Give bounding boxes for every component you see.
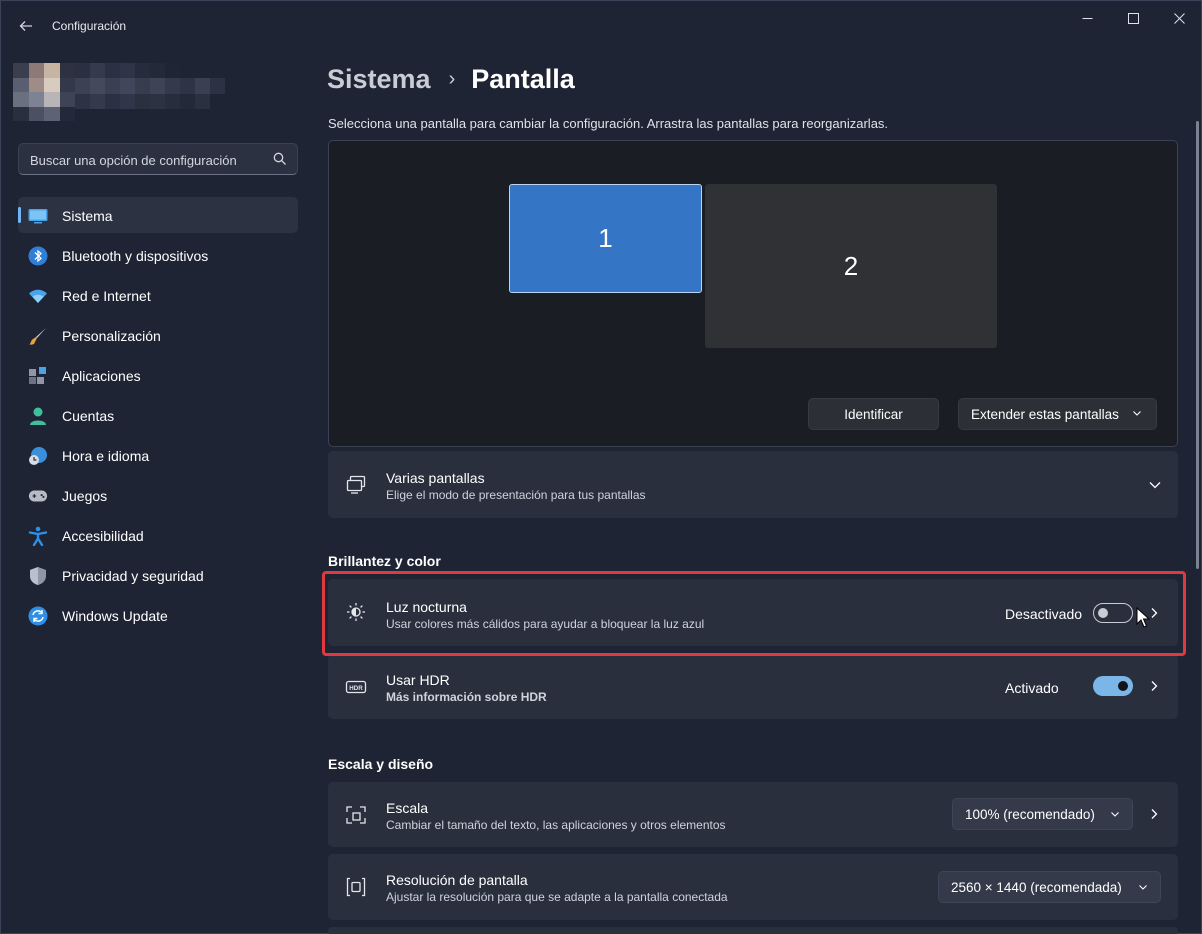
section-title-scale: Escala y diseño	[328, 756, 434, 772]
svg-text:HDR: HDR	[349, 685, 363, 692]
sidebar-item-bluetooth[interactable]: Bluetooth y dispositivos	[18, 237, 298, 273]
display-arrangement: 1 2 Identificar Extender estas pantallas	[328, 140, 1178, 447]
sidebar-item-privacidad[interactable]: Privacidad y seguridad	[18, 557, 298, 593]
update-icon	[28, 606, 48, 626]
chevron-down-icon	[1139, 885, 1147, 890]
sidebar-item-aplicaciones[interactable]: Aplicaciones	[18, 357, 298, 393]
scale-value: 100% (recomendado)	[965, 806, 1095, 822]
shield-icon	[28, 566, 48, 586]
resolution-value: 2560 × 1440 (recomendada)	[951, 879, 1122, 895]
resolution-subtitle: Ajustar la resolución para que se adapte…	[386, 890, 728, 904]
display-arrangement-hint: Selecciona una pantalla para cambiar la …	[328, 116, 889, 131]
settings-window: Configuración Buscar una opción de confi…	[0, 0, 1202, 934]
sidebar-item-label: Accesibilidad	[62, 528, 144, 544]
search-input[interactable]: Buscar una opción de configuración	[18, 143, 298, 175]
sidebar-item-label: Juegos	[62, 488, 108, 504]
account-icon	[28, 406, 48, 426]
sidebar-item-accesibilidad[interactable]: Accesibilidad	[18, 517, 298, 553]
hdr-toggle[interactable]	[1093, 676, 1133, 696]
resolution-title: Resolución de pantalla	[386, 872, 528, 888]
sidebar-item-label: Aplicaciones	[62, 368, 141, 384]
sidebar-item-juegos[interactable]: Juegos	[18, 477, 298, 513]
scale-title: Escala	[386, 800, 429, 816]
hdr-info-link[interactable]: Más información sobre HDR	[386, 690, 547, 704]
scrollbar[interactable]	[1196, 121, 1199, 569]
sidebar-item-personalizacion[interactable]: Personalización	[18, 317, 298, 353]
sidebar-item-label: Windows Update	[62, 608, 168, 624]
resolution-dropdown[interactable]: 2560 × 1440 (recomendada)	[938, 871, 1161, 903]
monitor-number: 1	[598, 223, 613, 253]
multiple-displays-title: Varias pantallas	[386, 470, 485, 486]
hdr-icon: HDR	[345, 680, 367, 694]
title-bar: Configuración	[1, 1, 1201, 49]
monitor-1[interactable]: 1	[509, 184, 702, 293]
highlight-annotation	[322, 571, 1186, 656]
sidebar-item-sistema[interactable]: Sistema	[18, 197, 298, 233]
back-button[interactable]	[13, 13, 39, 39]
sidebar-item-windows-update[interactable]: Windows Update	[18, 597, 298, 633]
chevron-down-icon	[1149, 482, 1161, 489]
toggle-knob	[1118, 681, 1128, 691]
search-placeholder: Buscar una opción de configuración	[30, 153, 237, 168]
apps-icon	[28, 366, 48, 386]
brush-icon	[28, 326, 48, 346]
next-setting-card[interactable]	[328, 927, 1178, 934]
sidebar-item-label: Hora e idioma	[62, 448, 150, 464]
avatar[interactable]	[13, 63, 75, 121]
sidebar-item-label: Cuentas	[62, 408, 115, 424]
scale-dropdown[interactable]: 100% (recomendado)	[952, 798, 1133, 830]
sidebar-item-label: Bluetooth y dispositivos	[62, 248, 209, 264]
system-icon	[28, 206, 48, 226]
extend-displays-label: Extender estas pantallas	[971, 406, 1119, 422]
wifi-icon	[28, 286, 48, 306]
hdr-status: Activado	[1005, 680, 1059, 696]
bluetooth-icon	[28, 246, 48, 266]
multiple-displays-subtitle: Elige el modo de presentación para tus p…	[386, 488, 646, 502]
minimize-button[interactable]	[1064, 1, 1110, 35]
hdr-card[interactable]: HDR Usar HDR Más información sobre HDR A…	[328, 654, 1178, 719]
page-title: Pantalla	[471, 63, 575, 94]
sidebar-item-red[interactable]: Red e Internet	[18, 277, 298, 313]
scale-card[interactable]: Escala Cambiar el tamaño del texto, las …	[328, 782, 1178, 847]
breadcrumb: Sistema › Pantalla	[327, 61, 575, 97]
identify-button[interactable]: Identificar	[808, 398, 939, 430]
clock-globe-icon	[28, 446, 48, 466]
resolution-icon	[346, 877, 366, 897]
chevron-down-icon	[1111, 812, 1119, 817]
close-button[interactable]	[1156, 1, 1202, 35]
resolution-card[interactable]: Resolución de pantalla Ajustar la resolu…	[328, 854, 1178, 920]
accessibility-icon	[28, 526, 48, 546]
maximize-button[interactable]	[1110, 1, 1156, 35]
sidebar-item-hora[interactable]: Hora e idioma	[18, 437, 298, 473]
sidebar-nav: Sistema Bluetooth y dispositivos Red e I…	[18, 197, 298, 637]
monitor-2[interactable]: 2	[705, 184, 997, 348]
sidebar-item-cuentas[interactable]: Cuentas	[18, 397, 298, 433]
hdr-title: Usar HDR	[386, 672, 450, 688]
sidebar-item-label: Privacidad y seguridad	[62, 568, 204, 584]
extend-displays-dropdown[interactable]: Extender estas pantallas	[958, 398, 1157, 430]
breadcrumb-parent[interactable]: Sistema	[327, 64, 431, 95]
mouse-cursor-icon	[1136, 607, 1150, 628]
back-arrow-icon	[19, 21, 32, 31]
scale-icon	[346, 806, 366, 824]
minimize-icon	[1082, 17, 1092, 19]
username-blurred	[75, 63, 225, 109]
multiple-displays-icon	[346, 475, 366, 494]
app-title: Configuración	[52, 19, 127, 33]
section-title-brightness: Brillantez y color	[328, 553, 441, 569]
close-icon	[1173, 12, 1185, 24]
multiple-displays-card[interactable]: Varias pantallas Elige el modo de presen…	[328, 451, 1178, 518]
sidebar-item-label: Red e Internet	[62, 288, 151, 304]
scale-subtitle: Cambiar el tamaño del texto, las aplicac…	[386, 818, 726, 832]
chevron-right-icon	[1151, 809, 1158, 819]
sidebar-item-label: Sistema	[62, 208, 113, 224]
search-icon	[273, 152, 286, 165]
breadcrumb-separator-icon: ›	[448, 67, 456, 90]
chevron-down-icon	[1133, 411, 1141, 416]
maximize-icon	[1127, 12, 1139, 24]
sidebar-item-label: Personalización	[62, 328, 161, 344]
monitor-number: 2	[843, 250, 859, 281]
chevron-right-icon	[1151, 681, 1158, 691]
gamepad-icon	[28, 486, 48, 506]
